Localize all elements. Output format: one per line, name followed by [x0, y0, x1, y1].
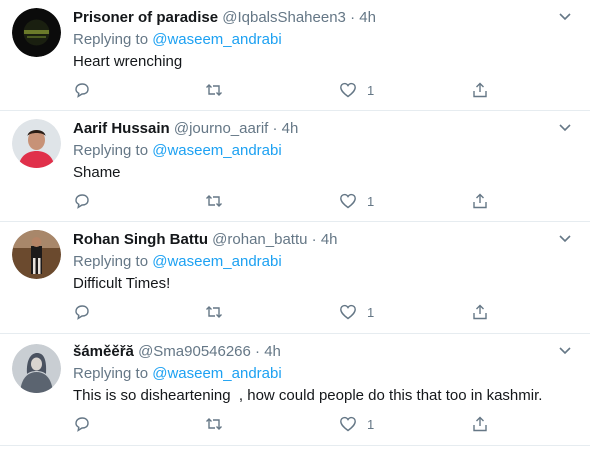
separator-dot: ·	[272, 120, 278, 137]
replying-to: Replying to @waseem_andrabi	[73, 141, 282, 161]
reply-button[interactable]	[73, 191, 91, 211]
heart-icon	[340, 304, 356, 320]
display-name[interactable]: Prisoner of paradise	[73, 9, 218, 26]
share-icon	[473, 416, 487, 432]
replying-to-label: Replying to	[73, 365, 149, 382]
like-count: 1	[367, 193, 375, 209]
replying-to-label: Replying to	[73, 31, 149, 48]
retweet-icon	[206, 418, 222, 430]
separator-dot: ·	[311, 231, 317, 248]
retweet-button[interactable]	[205, 414, 223, 434]
tweet-text: Heart wrenching	[73, 53, 183, 70]
share-button[interactable]	[471, 414, 489, 434]
tweet-actions: 1	[73, 414, 503, 434]
tweet-header: Aarif Hussain @journo_aarif · 4h	[73, 119, 298, 139]
tweet-header: šáměěřă @Sma90546266 · 4h	[73, 342, 281, 362]
tweet[interactable]: šáměěřă @Sma90546266 · 4h Replying to @w…	[0, 334, 590, 446]
tweet[interactable]: Rohan Singh Battu @rohan_battu · 4h Repl…	[0, 222, 590, 334]
chevron-down-icon[interactable]	[558, 12, 572, 22]
avatar[interactable]	[12, 119, 61, 168]
reply-button[interactable]	[73, 414, 91, 434]
retweet-button[interactable]	[205, 80, 223, 100]
replying-to-label: Replying to	[73, 253, 149, 270]
reply-feed: Prisoner of paradise @IqbalsShaheen3 · 4…	[0, 0, 594, 450]
display-name[interactable]: Aarif Hussain	[73, 120, 170, 137]
replying-to-label: Replying to	[73, 142, 149, 159]
avatar[interactable]	[12, 344, 61, 393]
like-button[interactable]: 1	[339, 414, 374, 434]
user-handle[interactable]: @rohan_battu	[212, 231, 307, 248]
tweet-header: Prisoner of paradise @IqbalsShaheen3 · 4…	[73, 8, 376, 28]
like-count: 1	[367, 416, 375, 432]
tweet-text: Shame	[73, 164, 121, 181]
separator-dot: ·	[350, 9, 356, 26]
reply-icon	[75, 194, 89, 209]
reply-icon	[75, 83, 89, 98]
heart-icon	[340, 193, 356, 209]
share-icon	[473, 82, 487, 98]
tweet-actions: 1	[73, 191, 503, 211]
user-handle[interactable]: @journo_aarif	[174, 120, 268, 137]
replying-to-user[interactable]: @waseem_andrabi	[152, 142, 281, 159]
replying-to: Replying to @waseem_andrabi	[73, 252, 282, 272]
like-button[interactable]: 1	[339, 80, 374, 100]
share-icon	[473, 193, 487, 209]
retweet-button[interactable]	[205, 191, 223, 211]
reply-icon	[75, 417, 89, 432]
chevron-down-icon[interactable]	[558, 234, 572, 244]
replying-to-user[interactable]: @waseem_andrabi	[152, 365, 281, 382]
timestamp[interactable]: 4h	[359, 9, 376, 26]
tweet[interactable]: Aarif Hussain @journo_aarif · 4h Replyin…	[0, 111, 590, 222]
reply-icon	[75, 305, 89, 320]
retweet-icon	[206, 195, 222, 207]
replying-to-user[interactable]: @waseem_andrabi	[152, 31, 281, 48]
heart-icon	[340, 82, 356, 98]
timestamp[interactable]: 4h	[282, 120, 299, 137]
display-name[interactable]: Rohan Singh Battu	[73, 231, 208, 248]
reply-button[interactable]	[73, 80, 91, 100]
retweet-icon	[206, 306, 222, 318]
reply-button[interactable]	[73, 302, 91, 322]
tweet-actions: 1	[73, 80, 503, 100]
tweet-actions: 1	[73, 302, 503, 322]
share-button[interactable]	[471, 80, 489, 100]
avatar[interactable]	[12, 230, 61, 279]
like-button[interactable]: 1	[339, 302, 374, 322]
retweet-button[interactable]	[205, 302, 223, 322]
display-name[interactable]: šáměěřă	[73, 343, 134, 360]
timestamp[interactable]: 4h	[321, 231, 338, 248]
like-count: 1	[367, 82, 375, 98]
user-handle[interactable]: @IqbalsShaheen3	[222, 9, 346, 26]
share-icon	[473, 304, 487, 320]
share-button[interactable]	[471, 191, 489, 211]
like-button[interactable]: 1	[339, 191, 374, 211]
tweet-text: Difficult Times!	[73, 275, 171, 292]
replying-to: Replying to @waseem_andrabi	[73, 364, 282, 384]
user-handle[interactable]: @Sma90546266	[138, 343, 251, 360]
replying-to-user[interactable]: @waseem_andrabi	[152, 253, 281, 270]
like-count: 1	[367, 304, 375, 320]
tweet-header: Rohan Singh Battu @rohan_battu · 4h	[73, 230, 338, 250]
avatar[interactable]	[12, 8, 61, 57]
heart-icon	[340, 416, 356, 432]
tweet[interactable]: Prisoner of paradise @IqbalsShaheen3 · 4…	[0, 0, 590, 111]
chevron-down-icon[interactable]	[558, 346, 572, 356]
timestamp[interactable]: 4h	[264, 343, 281, 360]
chevron-down-icon[interactable]	[558, 123, 572, 133]
tweet-text: This is so disheartening , how could peo…	[73, 387, 543, 404]
share-button[interactable]	[471, 302, 489, 322]
retweet-icon	[206, 84, 222, 96]
separator-dot: ·	[255, 343, 261, 360]
replying-to: Replying to @waseem_andrabi	[73, 30, 282, 50]
